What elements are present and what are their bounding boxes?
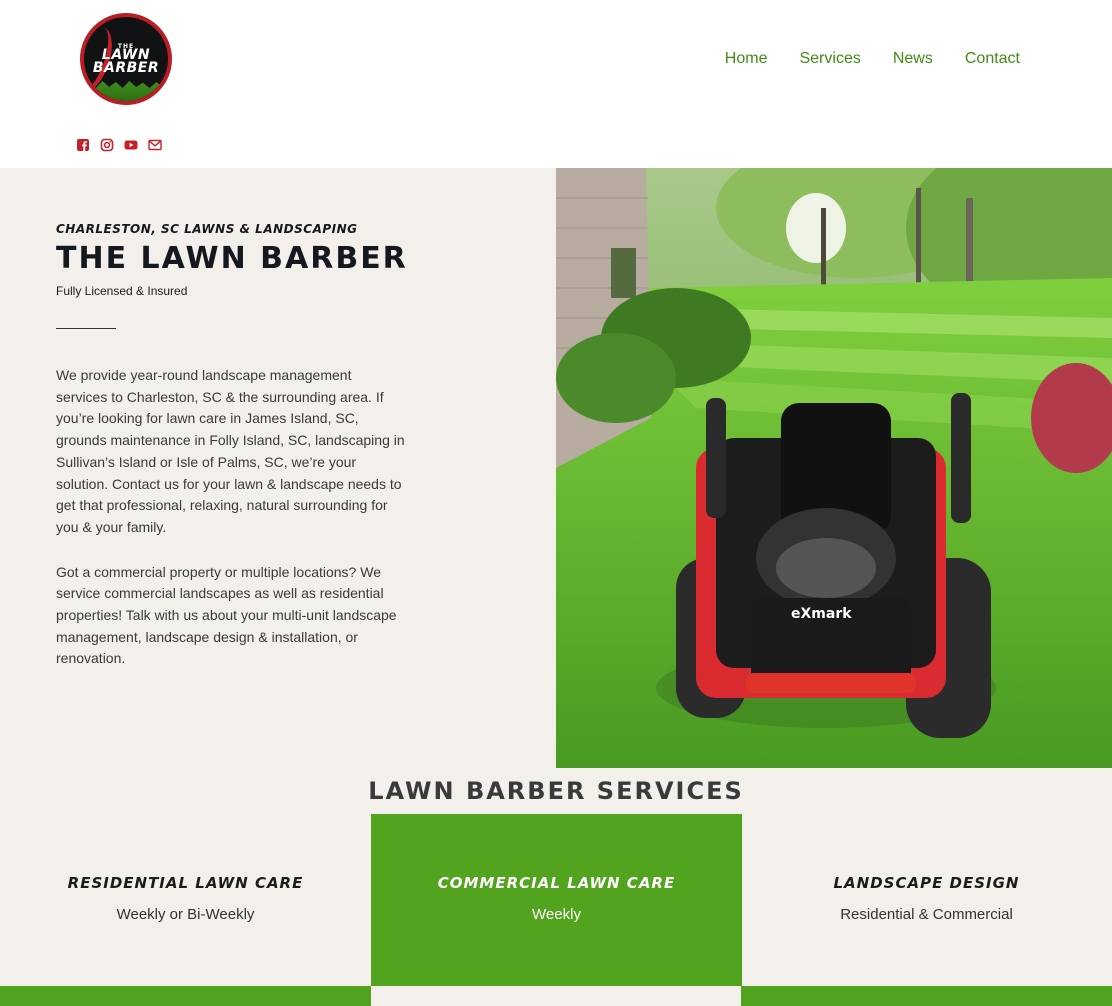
service-detail: Weekly: [532, 906, 581, 923]
service-detail: Residential & Commercial: [840, 906, 1013, 923]
nav-home-link[interactable]: Home: [725, 50, 768, 68]
services-section: Lawn Barber Services Residential Lawn Ca…: [0, 768, 1112, 1006]
licensed-insured-text: Fully Licensed & Insured: [56, 284, 188, 298]
hero-mower-image: eXmark: [556, 168, 1112, 768]
hero-eyebrow: Charleston, SC Lawns & Landscaping: [56, 222, 358, 236]
commercial-paragraph: Got a commercial property or multiple lo…: [56, 563, 397, 667]
social-links: [76, 138, 162, 152]
instagram-icon[interactable]: [100, 138, 114, 152]
services-grid: Residential Lawn Care Weekly or Bi-Weekl…: [0, 814, 1112, 1006]
services-title: Lawn Barber Services: [368, 777, 744, 805]
hero-title: The Lawn Barber: [56, 241, 408, 276]
green-strip-left: [0, 986, 371, 1006]
main-nav: Home Services News Contact: [725, 50, 1020, 68]
service-name: Commercial Lawn Care: [437, 874, 676, 892]
site-header: THE LAWN BARBER Home Services News Conta…: [0, 0, 1112, 168]
lawn-barber-logo[interactable]: THE LAWN BARBER: [80, 13, 172, 105]
hero-section: Charleston, SC Lawns & Landscaping The L…: [0, 168, 1112, 768]
facebook-icon[interactable]: [76, 138, 90, 152]
intro-paragraph: We provide year-round landscape manageme…: [56, 367, 405, 535]
service-card-residential[interactable]: Residential Lawn Care Weekly or Bi-Weekl…: [0, 814, 371, 986]
divider: [56, 328, 116, 329]
youtube-icon[interactable]: [124, 138, 138, 152]
mower-brand-label: eXmark: [791, 606, 852, 622]
nav-services-link[interactable]: Services: [799, 50, 860, 68]
green-strip-right: [741, 986, 1112, 1006]
service-detail: Weekly or Bi-Weekly: [116, 906, 255, 923]
service-name: Landscape Design: [833, 874, 1020, 892]
hero-text-block: Charleston, SC Lawns & Landscaping The L…: [56, 222, 526, 670]
service-card-landscape[interactable]: Landscape Design Residential & Commercia…: [741, 814, 1112, 986]
nav-news-link[interactable]: News: [893, 50, 933, 68]
light-strip-middle: [371, 986, 742, 1006]
logo-barber-text: BARBER: [92, 60, 160, 76]
logo-badge: THE LAWN BARBER: [84, 17, 168, 101]
nav-contact-link[interactable]: Contact: [965, 50, 1020, 68]
service-name: Residential Lawn Care: [67, 874, 304, 892]
service-card-commercial[interactable]: Commercial Lawn Care Weekly: [371, 814, 742, 986]
email-icon[interactable]: [148, 138, 162, 152]
